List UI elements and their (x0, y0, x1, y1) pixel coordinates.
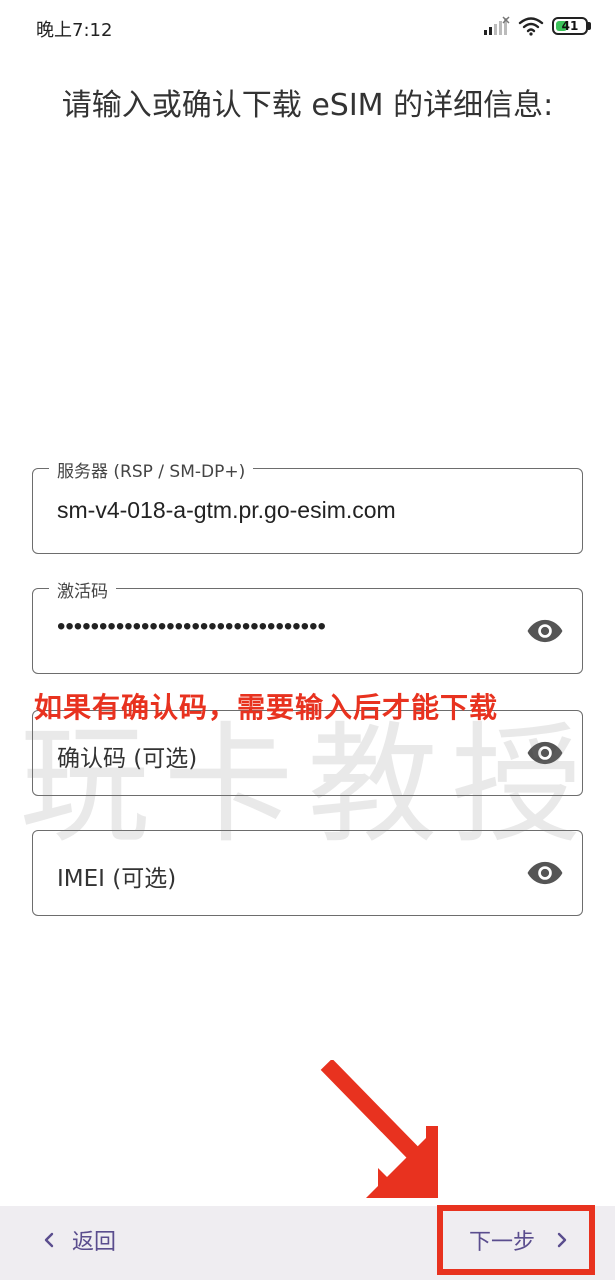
status-icons: 41 (484, 16, 591, 36)
eye-icon[interactable] (526, 857, 564, 889)
chevron-left-icon (44, 1232, 54, 1248)
eye-icon[interactable] (526, 737, 564, 769)
server-field-value[interactable]: sm-v4-018-a-gtm.pr.go-esim.com (57, 497, 396, 524)
activation-code-value[interactable]: •••••••••••••••••••••••••••••••• (57, 613, 326, 641)
annotation-arrow-icon (320, 1060, 438, 1198)
battery: 41 (552, 17, 588, 35)
esim-download-screen: 晚上7:12 41 请输入或确认下载 eSIM 的详细信息: 服务器 (RSP … (0, 0, 615, 1280)
chevron-right-icon (557, 1232, 567, 1248)
next-button[interactable]: 下一步 (469, 1224, 569, 1256)
battery-tip (588, 22, 591, 30)
imei-field[interactable]: IMEI (可选) (32, 830, 583, 916)
server-field[interactable]: 服务器 (RSP / SM-DP+) sm-v4-018-a-gtm.pr.go… (32, 457, 583, 554)
signal-icon (484, 16, 510, 35)
battery-level: 41 (561, 19, 579, 33)
status-time: 晚上7:12 (36, 20, 113, 41)
bottom-navigation-bar: 返回 下一步 (0, 1206, 615, 1280)
server-field-label: 服务器 (RSP / SM-DP+) (49, 457, 254, 482)
back-button-label: 返回 (72, 1230, 117, 1255)
confirmation-code-placeholder: 确认码 (可选) (57, 746, 198, 772)
back-button[interactable]: 返回 (42, 1224, 116, 1256)
page-title: 请输入或确认下载 eSIM 的详细信息: (61, 88, 554, 123)
activation-code-label: 激活码 (49, 577, 116, 602)
next-button-label: 下一步 (468, 1230, 535, 1255)
activation-code-field[interactable]: 激活码 •••••••••••••••••••••••••••••••• (32, 577, 583, 674)
annotation-text: 如果有确认码，需要输入后才能下载 (34, 691, 499, 724)
battery-icon: 41 (552, 17, 591, 35)
status-bar: 晚上7:12 41 (0, 0, 615, 56)
imei-placeholder: IMEI (可选) (57, 866, 177, 892)
eye-icon[interactable] (526, 615, 564, 647)
wifi-icon (518, 17, 544, 36)
